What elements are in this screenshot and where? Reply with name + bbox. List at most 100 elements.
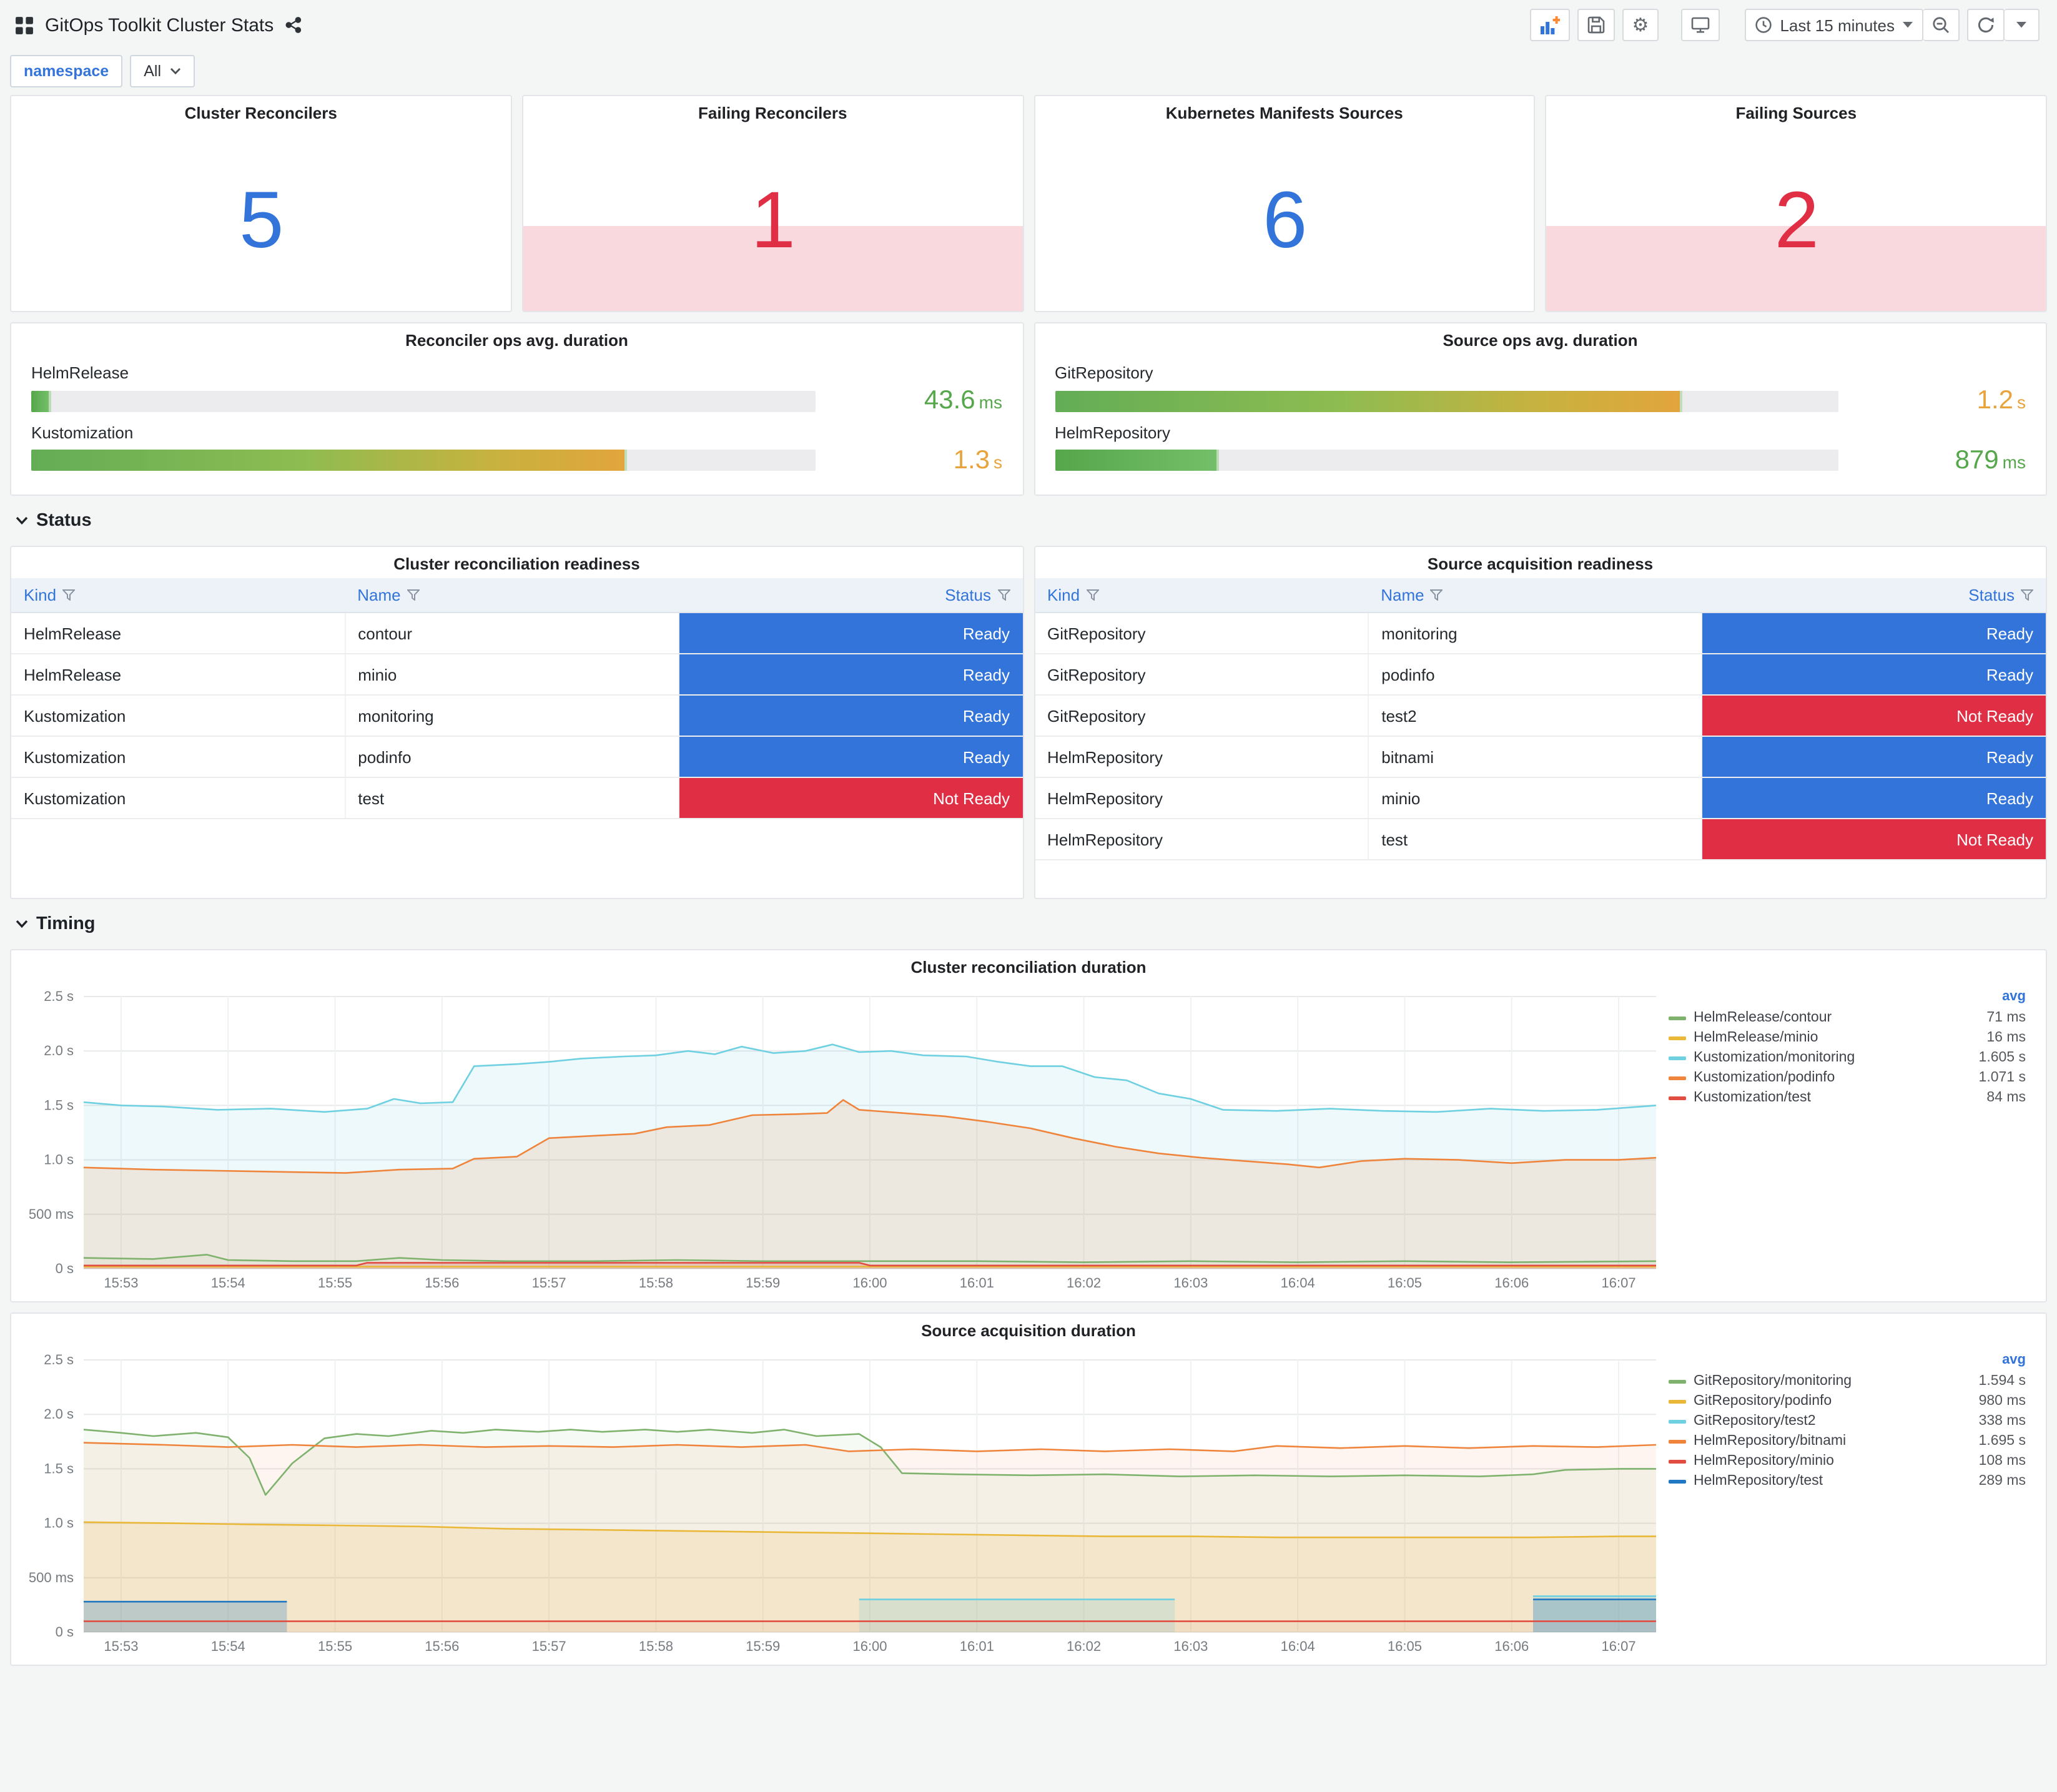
add-panel-button[interactable] <box>1529 9 1570 41</box>
legend-series-name[interactable]: HelmRepository/bitnami <box>1694 1434 1971 1449</box>
svg-text:15:56: 15:56 <box>425 1638 459 1654</box>
gauge-value: 43.6 ms <box>924 386 1002 415</box>
legend-item: HelmRepository/test 289 ms <box>1669 1471 2026 1491</box>
panel-title[interactable]: Source acquisition duration <box>11 1314 2046 1345</box>
table-row: Kustomization podinfo Ready <box>11 736 1022 778</box>
refresh-interval-dropdown[interactable] <box>2005 9 2040 41</box>
dashboard-grid-icon[interactable] <box>15 16 34 34</box>
svg-text:0 s: 0 s <box>56 1261 74 1276</box>
panel-title[interactable]: Failing Reconcilers <box>523 96 1023 127</box>
dashboard-settings-button[interactable]: ⚙ <box>1622 9 1659 41</box>
legend-series-swatch <box>1669 1076 1686 1080</box>
panel-source-acquisition-readiness: Source acquisition readiness Kind Name Sta… <box>1033 546 2047 899</box>
filter-icon[interactable] <box>1086 589 1099 601</box>
panel-source-acquisition-duration: Source acquisition duration 0 s 500 ms 1.0… <box>10 1312 2047 1666</box>
refresh-button[interactable] <box>1967 9 2005 41</box>
filter-icon[interactable] <box>62 589 76 601</box>
filter-icon[interactable] <box>997 589 1010 601</box>
cell-name: podinfo <box>1368 654 1703 696</box>
caret-down-icon <box>2016 21 2027 29</box>
timeseries-plot-cluster-reconciliation[interactable]: 0 s 500 ms 1.0 s 1.5 s 2.0 s 2.5 s 15:53 15:54 1… <box>19 984 1664 1296</box>
status-badge: Ready <box>678 736 1022 778</box>
legend-series-name[interactable]: GitRepository/test2 <box>1694 1414 1971 1429</box>
caret-down-icon <box>170 67 181 75</box>
column-header-name[interactable]: Name <box>1368 578 1702 613</box>
gauge-body: GitRepository 1.2 s HelmRepository 879 ms <box>1035 355 2046 495</box>
save-dashboard-button[interactable] <box>1577 9 1615 41</box>
panel-title[interactable]: Failing Sources <box>1547 96 2046 127</box>
svg-text:1.5 s: 1.5 s <box>44 1097 74 1113</box>
legend-series-name[interactable]: HelmRepository/test <box>1694 1474 1971 1489</box>
section-header-status[interactable]: Status <box>10 506 2047 536</box>
legend-series-name[interactable]: GitRepository/podinfo <box>1694 1394 1971 1409</box>
gauge-item-helmrelease: HelmRelease 43.6 ms <box>31 364 1002 416</box>
legend-series-name[interactable]: GitRepository/monitoring <box>1694 1374 1971 1389</box>
column-header-kind[interactable]: Kind <box>11 578 345 613</box>
legend-avg-header: avg <box>2002 1352 2026 1367</box>
share-icon[interactable] <box>285 16 302 34</box>
cell-name: monitoring <box>1368 613 1703 654</box>
legend-item: HelmRelease/contour 71 ms <box>1669 1008 2026 1028</box>
svg-text:16:02: 16:02 <box>1067 1275 1101 1291</box>
legend-series-name[interactable]: HelmRelease/minio <box>1694 1030 1979 1045</box>
svg-text:16:06: 16:06 <box>1494 1638 1529 1654</box>
status-badge: Ready <box>678 695 1022 737</box>
tv-mode-button[interactable] <box>1681 9 1720 41</box>
svg-text:15:58: 15:58 <box>639 1275 673 1291</box>
column-header-label: Name <box>357 586 401 604</box>
page-title: GitOps Toolkit Cluster Stats <box>45 14 274 36</box>
column-header-label: Kind <box>1047 586 1080 604</box>
svg-text:16:07: 16:07 <box>1602 1275 1636 1291</box>
column-header-kind[interactable]: Kind <box>1035 578 1369 613</box>
legend-series-name[interactable]: Kustomization/podinfo <box>1694 1070 1971 1085</box>
svg-text:2.0 s: 2.0 s <box>44 1406 74 1422</box>
svg-text:1.5 s: 1.5 s <box>44 1460 74 1476</box>
timeseries-plot-source-acquisition[interactable]: 0 s 500 ms 1.0 s 1.5 s 2.0 s 2.5 s 15:53 15:54 1… <box>19 1347 1664 1660</box>
stat-value-wrap: 2 <box>1546 127 2046 311</box>
svg-text:16:05: 16:05 <box>1388 1638 1422 1654</box>
svg-text:15:53: 15:53 <box>104 1638 138 1654</box>
column-header-status[interactable]: Status <box>678 578 1022 613</box>
panel-title[interactable]: Cluster reconciliation readiness <box>11 547 1022 578</box>
legend-series-name[interactable]: HelmRelease/contour <box>1694 1010 1979 1025</box>
gauge-fill <box>31 390 51 412</box>
panel-title[interactable]: Cluster reconciliation duration <box>11 950 2046 982</box>
zoom-out-time-button[interactable] <box>1923 9 1960 41</box>
panel-title[interactable]: Source ops avg. duration <box>1035 323 2046 355</box>
panel-title[interactable]: Source acquisition readiness <box>1035 547 2046 578</box>
filter-icon[interactable] <box>2021 589 2033 601</box>
panel-title[interactable]: Kubernetes Manifests Sources <box>1035 96 1534 127</box>
legend-item: Kustomization/monitoring 1.605 s <box>1669 1048 2026 1068</box>
column-header-name[interactable]: Name <box>345 578 679 613</box>
cell-name: bitnami <box>1368 736 1703 778</box>
status-badge: Ready <box>1702 654 2046 696</box>
legend-series-swatch <box>1669 1096 1686 1100</box>
legend-series-name[interactable]: Kustomization/test <box>1694 1090 1979 1105</box>
table-row: HelmRelease contour Ready <box>11 613 1022 654</box>
table-row: HelmRepository bitnami Ready <box>1035 736 2046 778</box>
legend-series-name[interactable]: HelmRepository/minio <box>1694 1454 1971 1469</box>
status-badge: Not Ready <box>678 777 1022 819</box>
legend-series-swatch <box>1669 1419 1686 1423</box>
legend-series-swatch <box>1669 1379 1686 1383</box>
variable-namespace-value-dropdown[interactable]: All <box>130 55 195 87</box>
filter-icon[interactable] <box>1430 589 1443 601</box>
legend-series-name[interactable]: Kustomization/monitoring <box>1694 1050 1971 1065</box>
table-row: GitRepository test2 Not Ready <box>1035 695 2046 737</box>
svg-text:16:04: 16:04 <box>1281 1275 1315 1291</box>
table-header-row: Kind Name Status <box>11 578 1022 613</box>
stat-value: 1 <box>751 174 796 264</box>
filter-icon[interactable] <box>407 589 420 601</box>
panel-title[interactable]: Cluster Reconcilers <box>11 96 511 127</box>
variable-namespace-label: namespace <box>10 55 123 87</box>
table-row: HelmRelease minio Ready <box>11 654 1022 696</box>
stat-value-wrap: 5 <box>11 127 511 311</box>
panel-title[interactable]: Reconciler ops avg. duration <box>11 323 1022 355</box>
gauge-label: HelmRelease <box>31 363 129 383</box>
legend-series-swatch <box>1669 1016 1686 1020</box>
time-range-picker[interactable]: Last 15 minutes <box>1745 9 1923 41</box>
gauge-item-kustomization: Kustomization 1.3 s <box>31 423 1002 475</box>
section-header-timing[interactable]: Timing <box>10 909 2047 939</box>
column-header-status[interactable]: Status <box>1702 578 2046 613</box>
dashboard-page: GitOps Toolkit Cluster Stats ⚙ Last 15 m… <box>0 0 2057 1792</box>
